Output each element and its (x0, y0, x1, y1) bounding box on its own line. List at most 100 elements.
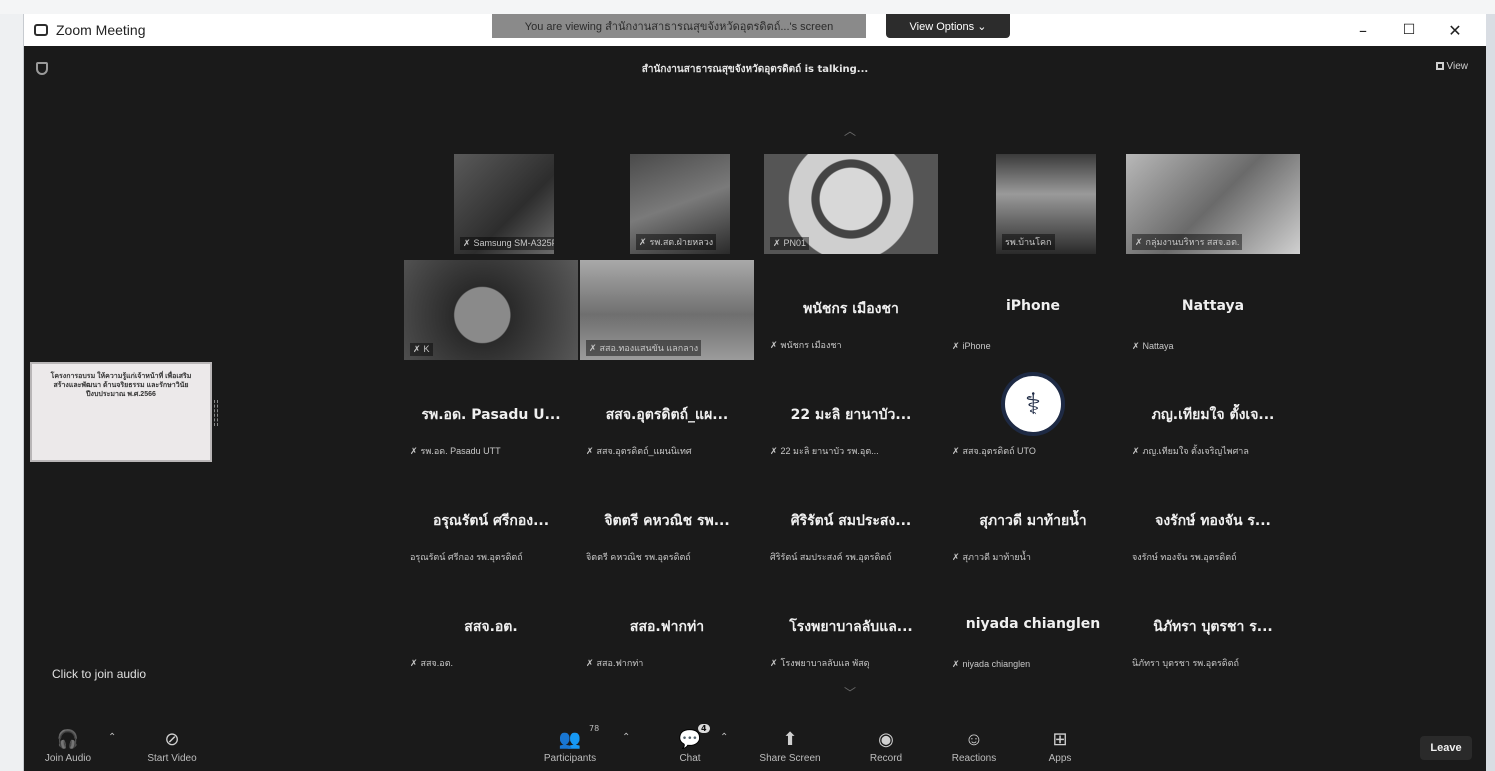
gallery-view-icon (1435, 62, 1444, 70)
participant-display-name: Nattaya (1181, 298, 1245, 314)
share-screen-button[interactable]: ⬆ Share Screen (750, 728, 830, 764)
participant-name-text: K (423, 344, 430, 354)
participant-tile[interactable]: ✗ กลุ่มงานบริหาร สสจ.อต. (1126, 154, 1300, 254)
participant-display-name: 22 มะลิ ยานาบัว... (790, 407, 912, 423)
muted-mic-icon: ✗ (952, 341, 960, 351)
participant-name-label: ✗ รพ.สต.ฝ่ายหลวง (636, 234, 717, 250)
audio-options-chevron-icon[interactable]: ⌃ (108, 732, 116, 743)
participant-name-text: สสอ.ทองแสนขัน แลกลาง (599, 343, 699, 353)
leave-button[interactable]: Leave (1420, 736, 1472, 760)
participant-display-name: จิตตรี คหวณิช รพ... (604, 513, 730, 529)
shared-screen-thumbnail[interactable]: โครงการอบรม ให้ความรู้แก่เจ้าหน้าที่ เพื… (30, 362, 212, 462)
muted-mic-icon: ✗ (770, 446, 778, 456)
record-button[interactable]: ◉ Record (846, 728, 926, 764)
participant-tile[interactable]: niyada chianglen ✗ niyada chianglen (946, 578, 1120, 678)
participant-tile[interactable]: Nattaya ✗ Nattaya (1126, 260, 1300, 360)
participant-name-text: niyada chianglen (962, 659, 1031, 669)
apps-label: Apps (1048, 753, 1072, 764)
participant-tile[interactable]: จิตตรี คหวณิช รพ... จิตตรี คหวณิช รพ.อุตร… (580, 472, 754, 572)
participant-name-label: ✗ กลุ่มงานบริหาร สสจ.อต. (1132, 234, 1243, 250)
muted-mic-icon: ✗ (770, 658, 778, 668)
thumbnail-resize-handle[interactable] (214, 400, 218, 426)
participant-name-text: สสจ.อต. (420, 658, 454, 668)
participant-tile[interactable]: iPhone ✗ iPhone (946, 260, 1120, 360)
active-speaker-banner: สำนักงานสาธารณสุขจังหวัดอุตรดิตถ์ is tal… (641, 64, 869, 75)
view-button[interactable]: View (1435, 61, 1468, 72)
participant-tile[interactable]: ⚕ ✗ สสจ.อุตรดิตถ์ UTO (946, 366, 1120, 466)
participant-tile[interactable]: สสจ.อุตรดิตถ์_แผ... ✗ สสจ.อุตรดิตถ์_แผนนิเ… (580, 366, 754, 466)
participant-tile[interactable]: พนัชกร เมืองชา ✗ พนัชกร เมืองชา (764, 260, 938, 360)
participant-display-name: จงรักษ์ ทองจัน ร... (1155, 513, 1271, 529)
participant-tile[interactable]: โรงพยาบาลลับแล... ✗ โรงพยาบาลลับแล พัสดุ (764, 578, 938, 678)
participant-tile[interactable]: รพ.บ้านโคก (996, 154, 1096, 254)
participant-display-name: niyada chianglen (965, 616, 1101, 632)
muted-mic-icon: ✗ (589, 343, 597, 353)
participant-name-label: ✗ ภญ.เทียมใจ ตั้งเจริญไพศาล (1132, 444, 1296, 458)
participant-name-text: รพ.บ้านโคก (1005, 237, 1052, 247)
participant-name-label: ✗ โรงพยาบาลลับแล พัสดุ (770, 656, 934, 670)
participant-tile[interactable]: ✗ Samsung SM-A325F (454, 154, 554, 254)
gallery-page-down-icon[interactable]: ﹀ (844, 684, 856, 701)
chat-button[interactable]: 💬 Chat (650, 728, 730, 764)
participant-display-name: อรุณรัตน์ ศรีกอง... (432, 513, 550, 529)
participant-display-name: สุภาวดี มาท้ายน้ำ (979, 513, 1087, 529)
participant-name-label: ✗ PN01 (770, 237, 810, 250)
muted-mic-icon: ✗ (639, 237, 647, 247)
reactions-button[interactable]: ☺ Reactions (934, 728, 1014, 764)
participant-name-text: อรุณรัตน์ ศรีกอง รพ.อุตรดิตถ์ (410, 552, 523, 562)
muted-mic-icon: ✗ (773, 238, 781, 248)
view-options-button[interactable]: View Options ⌄ (886, 14, 1010, 38)
participant-tile[interactable]: ✗ สสอ.ทองแสนขัน แลกลาง (580, 260, 754, 360)
participant-tile[interactable]: นิภัทรา บุตรชา ร... นิภัทรา บุตรชา รพ.อุต… (1126, 578, 1300, 678)
participant-tile[interactable]: รพ.อด. Pasadu U... ✗ รพ.อด. Pasadu UTT (404, 366, 578, 466)
participant-name-label: จิตตรี คหวณิช รพ.อุตรดิตถ์ (586, 550, 750, 564)
start-video-button[interactable]: ⊘ Start Video (132, 728, 212, 764)
participant-tile[interactable]: สสอ.ฟากท่า ✗ สสอ.ฟากท่า (580, 578, 754, 678)
participant-tile[interactable]: ✗ รพ.สต.ฝ่ายหลวง (630, 154, 730, 254)
participant-name-label: ✗ รพ.อด. Pasadu UTT (410, 444, 574, 458)
participant-name-label: ✗ Samsung SM-A325F (460, 237, 554, 250)
join-audio-tooltip[interactable]: Click to join audio (52, 662, 222, 686)
participant-name-text: PN01 (783, 238, 807, 248)
muted-mic-icon: ✗ (1132, 341, 1140, 351)
chat-chevron-icon[interactable]: ⌃ (720, 732, 728, 743)
participant-name-text: นิภัทรา บุตรชา รพ.อุตรดิตถ์ (1132, 658, 1239, 668)
participants-chevron-icon[interactable]: ⌃ (622, 732, 630, 743)
record-icon: ◉ (878, 729, 894, 749)
muted-mic-icon: ✗ (586, 446, 594, 456)
participant-display-name: รพ.อด. Pasadu U... (421, 407, 561, 423)
participant-name-text: สสอ.ฟากท่า (596, 658, 644, 668)
participant-tile[interactable]: สุภาวดี มาท้ายน้ำ ✗ สุภาวดี มาท้ายน้ำ (946, 472, 1120, 572)
participants-button[interactable]: 👥 Participants (530, 728, 610, 764)
window-title: Zoom Meeting (56, 22, 146, 38)
apps-button[interactable]: ⊞ Apps (1020, 728, 1100, 764)
participant-name-label: ✗ 22 มะลิ ยานาบัว รพ.อุต... (770, 444, 934, 458)
participant-name-label: ✗ K (410, 343, 433, 356)
participant-display-name: ภญ.เทียมใจ ตั้งเจ... (1151, 407, 1275, 423)
participant-tile[interactable]: ✗ K (404, 260, 578, 360)
reactions-label: Reactions (951, 753, 997, 764)
participant-tile[interactable]: 22 มะลิ ยานาบัว... ✗ 22 มะลิ ยานาบัว รพ.อุ… (764, 366, 938, 466)
close-button[interactable]: ✕ (1432, 14, 1478, 46)
participant-tile[interactable]: ศิริรัตน์ สมประสง... ศิริรัตน์ สมประสงค์ … (764, 472, 938, 572)
gallery-page-up-icon[interactable]: ︿ (844, 122, 856, 139)
join-audio-button[interactable]: 🎧 Join Audio (28, 728, 108, 764)
participant-tile[interactable]: จงรักษ์ ทองจัน ร... จงรักษ์ ทองจัน รพ.อุต… (1126, 472, 1300, 572)
maximize-button[interactable]: ☐ (1386, 14, 1432, 46)
muted-mic-icon: ✗ (410, 658, 418, 668)
participant-tile[interactable]: ✗ PN01 (764, 154, 938, 254)
participant-display-name: iPhone (1005, 298, 1061, 314)
participant-display-name: สสจ.อต. (464, 619, 518, 635)
participant-tile[interactable]: ภญ.เทียมใจ ตั้งเจ... ✗ ภญ.เทียมใจ ตั้งเจริ… (1126, 366, 1300, 466)
zoom-meeting-window: Zoom Meeting You are viewing สำนักงานสาธ… (24, 14, 1486, 771)
minimize-button[interactable]: – (1340, 14, 1386, 46)
participant-tile[interactable]: สสจ.อต. ✗ สสจ.อต. (404, 578, 578, 678)
muted-mic-icon: ✗ (952, 659, 960, 669)
muted-mic-icon: ✗ (586, 658, 594, 668)
zoom-app-icon (34, 24, 48, 36)
participant-name-text: ภญ.เทียมใจ ตั้งเจริญไพศาล (1142, 446, 1249, 456)
participant-name-label: ✗ สสจ.อุตรดิตถ์_แผนนิเทศ (586, 444, 750, 458)
moph-logo-icon: ⚕ (1001, 372, 1065, 436)
participant-name-label: รพ.บ้านโคก (1002, 234, 1055, 250)
participant-tile[interactable]: อรุณรัตน์ ศรีกอง... อรุณรัตน์ ศรีกอง รพ.อ… (404, 472, 578, 572)
